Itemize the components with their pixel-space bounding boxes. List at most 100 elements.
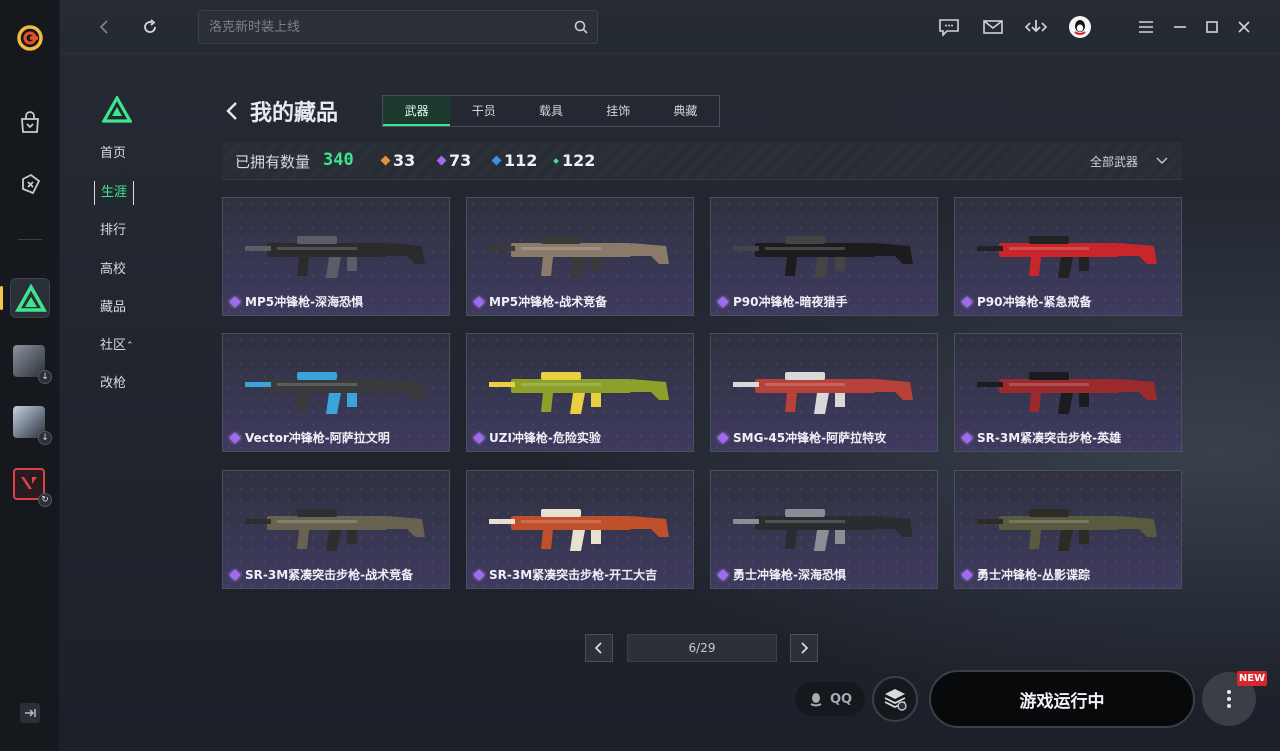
collection-item-card[interactable]: SR-3M紧凑突击步枪-战术竞备 xyxy=(222,470,450,589)
search-box[interactable] xyxy=(198,10,598,44)
gamepad-icon[interactable] xyxy=(17,171,43,197)
collection-item-card[interactable]: SR-3M紧凑突击步枪-英雄 xyxy=(954,333,1182,452)
rarity-gem-icon xyxy=(961,295,973,308)
chat-button[interactable] xyxy=(936,14,962,40)
launch-game-button[interactable]: 游戏运行中 xyxy=(929,670,1195,728)
owned-total: 340 xyxy=(323,150,354,170)
collection-item-card[interactable]: Vector冲锋枪-阿萨拉文明 xyxy=(222,333,450,452)
page-indicator: 6/29 xyxy=(627,634,777,662)
search-icon[interactable] xyxy=(573,19,589,35)
page-header: 我的藏品 xyxy=(222,95,338,127)
game-tile-valorant[interactable]: ↻ xyxy=(10,465,52,507)
nav-home[interactable]: 首页 xyxy=(94,142,132,166)
rarity-gem-icon xyxy=(473,295,485,308)
ownership-stats: 已拥有数量 340 33 73 112 122 全部武器 xyxy=(222,142,1182,180)
chevron-right-icon xyxy=(801,642,809,654)
rarity-gem-icon xyxy=(229,295,241,308)
rarity-gem-icon xyxy=(717,295,729,308)
collection-item-card[interactable]: MP5冲锋枪-深海恐惧 xyxy=(222,197,450,316)
nav-gunsmith[interactable]: 改枪 xyxy=(94,372,132,396)
weapon-skin-image xyxy=(733,509,913,551)
game-tile-2[interactable]: ↓ xyxy=(10,342,52,384)
collection-item-card[interactable]: P90冲锋枪-紧急戒备 xyxy=(954,197,1182,316)
collection-item-card[interactable]: P90冲锋枪-暗夜猎手 xyxy=(710,197,938,316)
item-name-text: SMG-45冲锋枪-阿萨拉特攻 xyxy=(733,431,887,445)
delta-logo-icon xyxy=(15,283,47,312)
weapon-skin-image xyxy=(733,236,913,278)
back-button[interactable] xyxy=(92,14,118,40)
accelerator-button[interactable] xyxy=(872,676,918,722)
collection-item-card[interactable]: UZI冲锋枪-危险实验 xyxy=(466,333,694,452)
menu-button[interactable] xyxy=(1133,14,1159,40)
tab-vehicles[interactable]: 载具 xyxy=(517,96,584,126)
layers-icon xyxy=(884,689,907,711)
mail-icon xyxy=(983,20,1003,34)
chevron-down-icon[interactable] xyxy=(1156,154,1168,166)
back-icon xyxy=(99,20,108,34)
item-name: P90冲锋枪-暗夜猎手 xyxy=(717,293,847,310)
blue-gem-icon xyxy=(491,155,502,166)
nav-community-label: 社区 xyxy=(100,338,127,353)
page-title: 我的藏品 xyxy=(250,101,339,126)
rarity-gem-icon xyxy=(473,568,485,581)
rarity-green-count: 122 xyxy=(553,151,595,170)
qq-penguin-icon xyxy=(810,693,822,707)
chat-icon xyxy=(939,19,959,37)
download-button[interactable] xyxy=(1023,14,1049,40)
refresh-button[interactable] xyxy=(137,14,163,40)
weapon-skin-image xyxy=(977,372,1157,414)
tab-charms[interactable]: 挂饰 xyxy=(585,96,652,126)
collection-item-card[interactable]: MP5冲锋枪-战术竞备 xyxy=(466,197,694,316)
collapse-rail-button[interactable] xyxy=(20,703,40,723)
maximize-button[interactable] xyxy=(1199,14,1225,40)
item-name: UZI冲锋枪-危险实验 xyxy=(473,429,601,446)
collection-item-card[interactable]: SR-3M紧凑突击步枪-开工大吉 xyxy=(466,470,694,589)
store-icon[interactable] xyxy=(17,110,43,136)
sync-badge-icon: ↻ xyxy=(38,493,52,507)
item-name: MP5冲锋枪-战术竞备 xyxy=(473,293,607,310)
minimize-button[interactable] xyxy=(1167,14,1193,40)
left-rail: ↓ ↓ ↻ xyxy=(0,0,60,751)
rarity-gem-icon xyxy=(473,431,485,444)
nav-community[interactable]: 社区⌃ xyxy=(94,334,140,358)
user-avatar[interactable] xyxy=(1067,14,1093,40)
nav-campus[interactable]: 高校 xyxy=(94,258,132,282)
tab-weapons[interactable]: 武器 xyxy=(383,96,451,126)
search-input[interactable] xyxy=(209,11,569,43)
game-tile-3[interactable]: ↓ xyxy=(10,403,52,445)
collection-item-card[interactable]: 勇士冲锋枪-丛影谍踪 xyxy=(954,470,1182,589)
item-name-text: SR-3M紧凑突击步枪-开工大吉 xyxy=(489,568,658,582)
close-button[interactable] xyxy=(1231,14,1257,40)
item-name: 勇士冲锋枪-深海恐惧 xyxy=(717,566,846,583)
close-icon xyxy=(1238,21,1250,33)
nav-collection[interactable]: 藏品 xyxy=(94,296,132,320)
qq-button[interactable]: QQ xyxy=(795,682,865,716)
item-name-text: SR-3M紧凑突击步枪-战术竞备 xyxy=(245,568,414,582)
back-arrow-icon[interactable] xyxy=(222,100,244,122)
item-name: SMG-45冲锋枪-阿萨拉特攻 xyxy=(717,429,887,446)
rarity-gem-icon xyxy=(961,431,973,444)
delta-force-logo-icon xyxy=(102,96,132,123)
weapon-skin-image xyxy=(977,509,1157,551)
new-badge: NEW xyxy=(1237,671,1267,686)
nav-ranking[interactable]: 排行 xyxy=(94,219,132,243)
weapon-skin-image xyxy=(489,509,669,551)
collection-item-card[interactable]: SMG-45冲锋枪-阿萨拉特攻 xyxy=(710,333,938,452)
rarity-gem-icon xyxy=(229,568,241,581)
nav-career[interactable]: 生涯 xyxy=(94,181,135,205)
rarity-count: 112 xyxy=(504,151,538,170)
item-name-text: 勇士冲锋枪-丛影谍踪 xyxy=(977,568,1090,582)
game-delta-force[interactable] xyxy=(10,278,50,318)
weapon-skin-image xyxy=(245,509,425,551)
expand-icon xyxy=(25,709,36,717)
tab-operators[interactable]: 干员 xyxy=(450,96,517,126)
next-page-button[interactable] xyxy=(790,634,818,662)
tab-collection[interactable]: 典藏 xyxy=(652,96,719,126)
mail-button[interactable] xyxy=(980,14,1006,40)
collection-item-card[interactable]: 勇士冲锋枪-深海恐惧 xyxy=(710,470,938,589)
weapon-filter-select[interactable]: 全部武器 xyxy=(1090,153,1138,170)
prev-page-button[interactable] xyxy=(585,634,613,662)
app-logo[interactable] xyxy=(16,24,44,52)
item-name-text: SR-3M紧凑突击步枪-英雄 xyxy=(977,431,1122,445)
weapon-skin-image xyxy=(489,236,669,278)
